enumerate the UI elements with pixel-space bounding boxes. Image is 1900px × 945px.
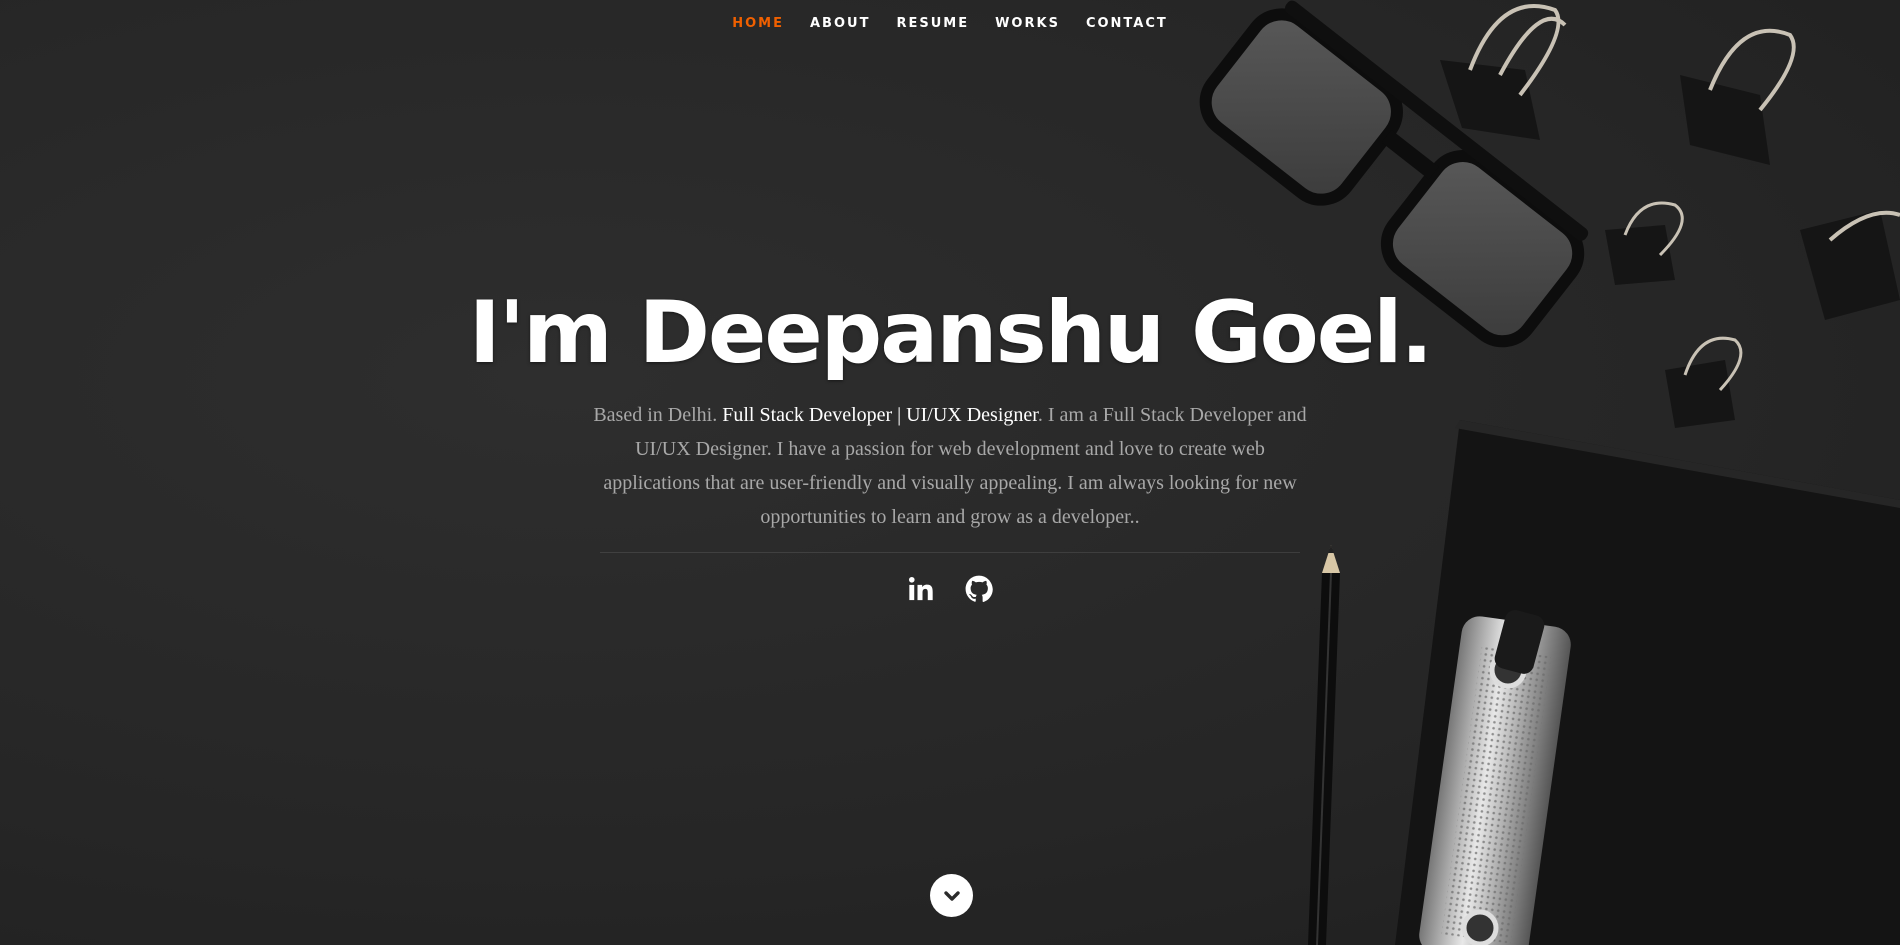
main-nav: HOME ABOUT RESUME WORKS CONTACT	[0, 0, 1900, 46]
divider	[600, 552, 1300, 553]
scroll-down-button[interactable]	[930, 874, 973, 917]
nav-home[interactable]: HOME	[719, 16, 797, 31]
hero-desc-highlight: Full Stack Developer | UI/UX Designer	[722, 404, 1038, 426]
nav-resume[interactable]: RESUME	[883, 16, 982, 31]
github-icon[interactable]	[965, 575, 993, 603]
binder-clip-image	[1680, 28, 1796, 165]
nav-about[interactable]: ABOUT	[797, 16, 883, 31]
nav-works[interactable]: WORKS	[982, 16, 1073, 31]
nav-contact[interactable]: CONTACT	[1073, 16, 1181, 31]
chevron-down-icon	[943, 890, 960, 901]
binder-clip-image	[1605, 201, 1684, 285]
pencil-image	[1308, 545, 1340, 945]
hero-title: I'm Deepanshu Goel.	[468, 283, 1433, 383]
hero-desc-intro: Based in Delhi.	[593, 404, 723, 426]
hero-description: Based in Delhi. Full Stack Developer | U…	[590, 398, 1310, 534]
social-links	[0, 575, 1900, 603]
hero-section: I'm Deepanshu Goel. Based in Delhi. Full…	[0, 280, 1900, 603]
linkedin-icon[interactable]	[907, 575, 935, 603]
